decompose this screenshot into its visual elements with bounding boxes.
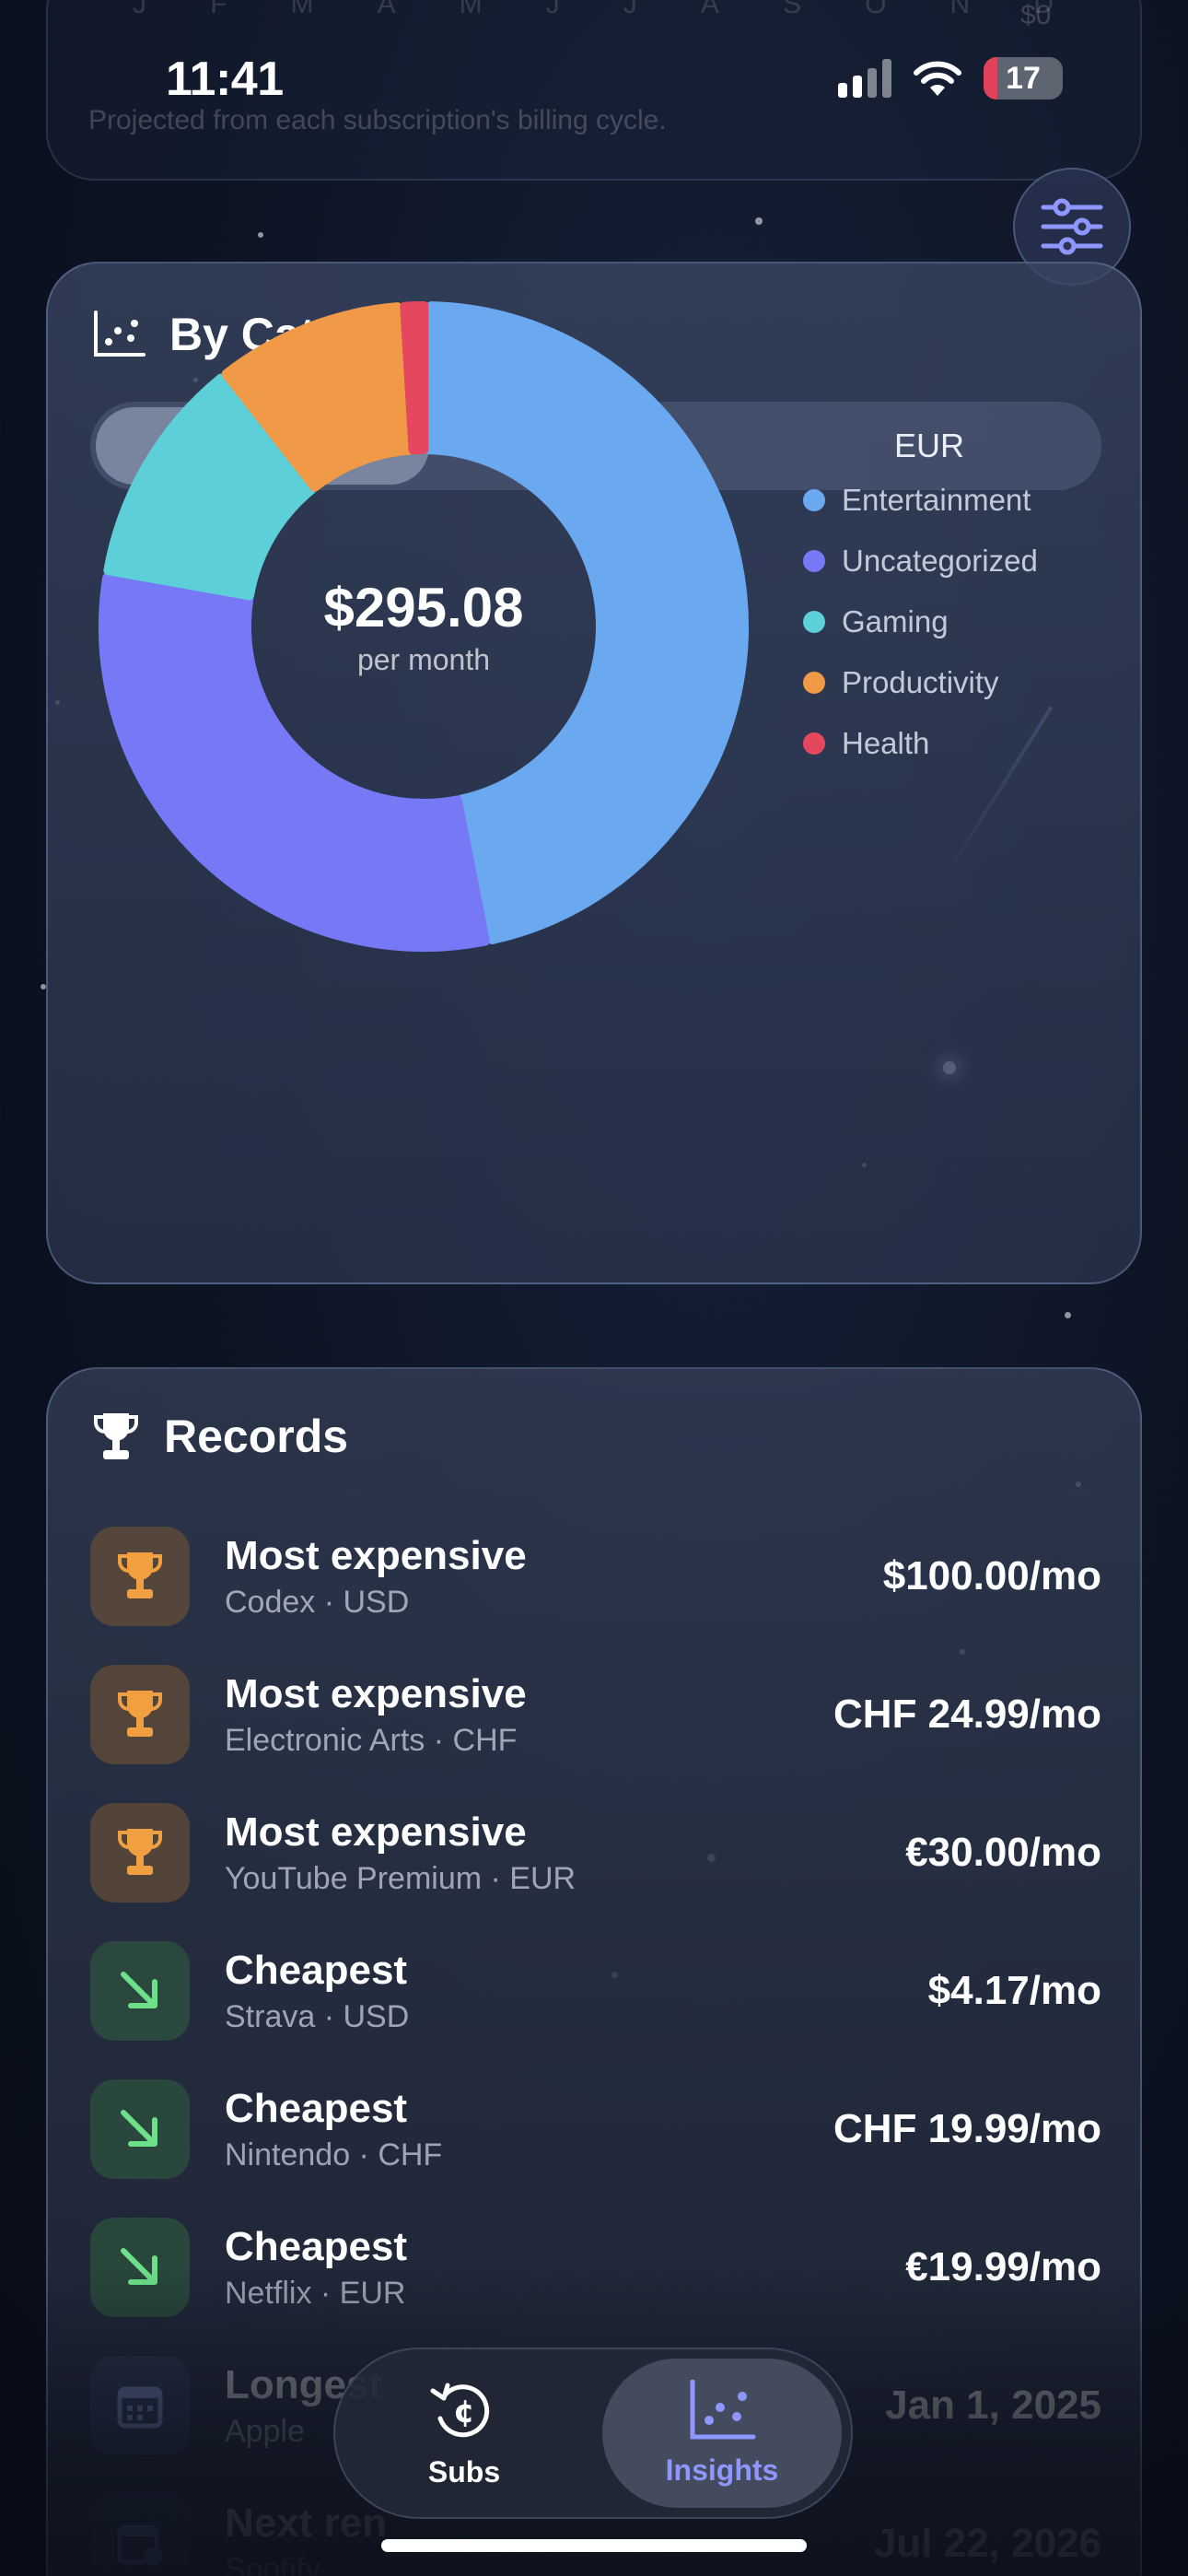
month-label: A — [377, 0, 396, 19]
record-subtitle: YouTube Premium · EUR — [225, 1860, 577, 1896]
month-label: J — [133, 0, 146, 19]
record-value: Jul 22, 2026 — [873, 2521, 1101, 2566]
record-subtitle: Netflix · EUR — [225, 2275, 406, 2311]
legend-dot — [803, 550, 825, 572]
tab-label: Insights — [665, 2453, 779, 2487]
month-axis: JFMAMJJASOND — [133, 0, 1054, 20]
record-subtitle: Codex · USD — [225, 1584, 410, 1620]
monthly-total-label: per month — [356, 643, 491, 676]
svg-text:¢: ¢ — [453, 2394, 475, 2430]
record-row[interactable]: Cheapest Netflix · EUR €19.99/mo — [90, 2198, 1101, 2336]
record-value: $4.17/mo — [927, 1968, 1101, 2013]
axis-zero-label: $0 — [1020, 0, 1052, 30]
month-label: N — [949, 0, 971, 19]
record-row[interactable]: Most expensive Codex · USD $100.00/mo — [90, 1507, 1101, 1645]
month-label: F — [210, 0, 227, 19]
trophy-icon — [90, 1665, 190, 1764]
legend-label: Uncategorized — [842, 544, 1038, 578]
legend-label: Health — [842, 726, 930, 760]
status-icons: 17 — [838, 57, 1063, 100]
legend-dot — [803, 672, 825, 694]
legend-label: Entertainment — [842, 483, 1031, 517]
legend-dot — [803, 732, 825, 755]
record-title: Most expensive — [225, 1670, 527, 1716]
record-title: Most expensive — [225, 1532, 527, 1578]
month-label: O — [865, 0, 887, 19]
record-row[interactable]: Most expensive Electronic Arts · CHF CHF … — [90, 1645, 1101, 1784]
arrow-down-right-icon — [90, 2079, 190, 2179]
month-label: A — [700, 0, 719, 19]
record-value: €19.99/mo — [905, 2244, 1101, 2289]
calendar-clock-icon — [90, 2494, 190, 2576]
arrow-down-right-icon — [90, 1941, 190, 2041]
legend-item-gaming: Gaming — [803, 604, 1038, 639]
legend-label: Gaming — [842, 604, 949, 638]
record-row[interactable]: Most expensive YouTube Premium · EUR €30.… — [90, 1784, 1101, 1922]
record-subtitle: Nintendo · CHF — [225, 2137, 443, 2172]
chart-legend: Entertainment Uncategorized Gaming Produ… — [803, 483, 1038, 761]
record-value: CHF 24.99/mo — [833, 1692, 1101, 1737]
month-label: S — [782, 0, 801, 19]
sliders-icon — [1041, 198, 1103, 255]
record-subtitle: Strava · USD — [225, 1998, 410, 2034]
battery-indicator: 17 — [984, 57, 1063, 100]
star — [755, 217, 763, 225]
records-card-header: Records — [92, 1410, 348, 1463]
record-value: CHF 19.99/mo — [833, 2106, 1101, 2151]
monthly-total: $295.08 — [323, 577, 524, 638]
legend-dot — [803, 489, 825, 511]
month-label: M — [459, 0, 483, 19]
record-title: Cheapest — [225, 2085, 408, 2131]
tab-bar: ¢ Subs Insights — [333, 2348, 853, 2519]
record-value: Jan 1, 2025 — [885, 2383, 1101, 2428]
status-time: 11:41 — [166, 53, 284, 106]
record-row[interactable]: Cheapest Strava · USD $4.17/mo — [90, 1922, 1101, 2060]
month-label: J — [545, 0, 560, 19]
record-title: Cheapest — [225, 1947, 408, 1993]
legend-item-entertainment: Entertainment — [803, 483, 1038, 518]
chart-icon — [690, 2379, 756, 2439]
refresh-currency-icon: ¢ — [430, 2383, 490, 2437]
month-label: M — [290, 0, 314, 19]
trophy-icon — [90, 1527, 190, 1626]
legend-item-uncategorized: Uncategorized — [803, 544, 1038, 579]
legend-item-health: Health — [803, 726, 1038, 761]
projection-caption: Projected from each subscription's billi… — [88, 105, 667, 135]
cellular-signal-icon — [838, 59, 891, 98]
record-title: Cheapest — [225, 2223, 408, 2269]
trophy-icon — [90, 1803, 190, 1903]
month-label: J — [623, 0, 637, 19]
legend-dot — [803, 611, 825, 633]
wifi-icon — [914, 61, 961, 96]
record-subtitle: Electronic Arts · CHF — [225, 1722, 518, 1758]
calendar-icon — [90, 2356, 190, 2455]
record-value: $100.00/mo — [882, 1553, 1101, 1598]
trophy-icon — [94, 1413, 138, 1459]
legend-label: Productivity — [842, 665, 999, 699]
arrow-down-right-icon — [90, 2218, 190, 2317]
star — [258, 232, 263, 238]
record-row[interactable]: Cheapest Nintendo · CHF CHF 19.99/mo — [90, 2060, 1101, 2198]
legend-item-productivity: Productivity — [803, 665, 1038, 700]
tab-insights[interactable]: Insights — [602, 2359, 842, 2508]
donut-center: $295.08 per month — [83, 286, 764, 967]
tab-label: Subs — [427, 2454, 501, 2488]
segment-eur[interactable]: EUR — [763, 407, 1096, 485]
record-title: Most expensive — [225, 1809, 527, 1855]
home-indicator — [381, 2539, 807, 2552]
tab-subs[interactable]: ¢ Subs — [344, 2359, 584, 2508]
record-subtitle: Spotify — [225, 2551, 320, 2576]
star — [1065, 1312, 1071, 1318]
battery-percentage: 17 — [1006, 60, 1041, 96]
records-title: Records — [164, 1411, 349, 1462]
record-value: €30.00/mo — [905, 1830, 1101, 1875]
